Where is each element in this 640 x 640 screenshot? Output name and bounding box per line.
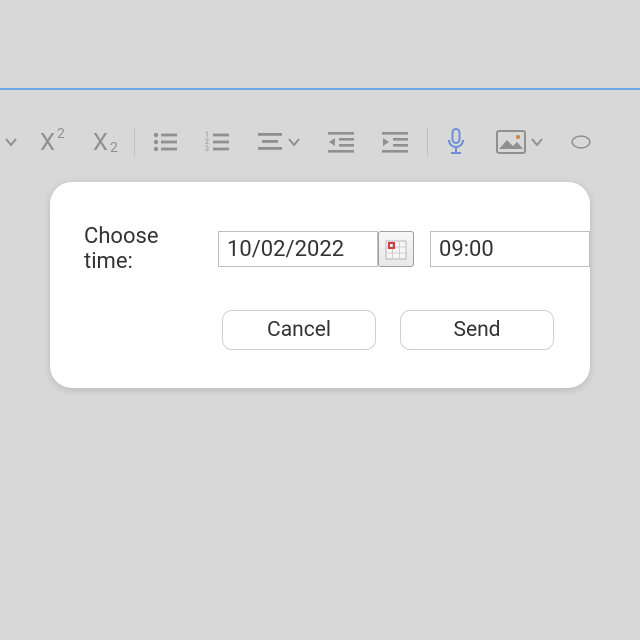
calendar-picker-button[interactable] [378, 231, 414, 267]
composer-divider [0, 88, 640, 90]
align-button[interactable] [251, 124, 307, 160]
link-button[interactable] [564, 124, 598, 160]
cancel-button[interactable]: Cancel [222, 310, 376, 350]
superscript-base: X [40, 128, 55, 156]
formatting-toolbar: X 2 X 2 1 2 3 [0, 118, 640, 166]
microphone-icon [446, 128, 466, 156]
indent-icon [381, 131, 409, 153]
toolbar-separator [134, 128, 135, 156]
outdent-icon [327, 131, 355, 153]
link-icon [570, 130, 592, 154]
date-input[interactable] [218, 231, 378, 267]
time-input[interactable] [430, 231, 590, 267]
chevron-down-icon [287, 135, 301, 149]
schedule-send-dialog: Choose time: Cancel Send [50, 182, 590, 388]
superscript-exponent: 2 [57, 126, 65, 142]
bullet-list-icon [153, 131, 179, 153]
svg-text:3: 3 [205, 145, 209, 153]
send-button[interactable]: Send [400, 310, 554, 350]
outdent-button[interactable] [321, 124, 361, 160]
numbered-list-icon: 1 2 3 [205, 131, 231, 153]
indent-button[interactable] [375, 124, 415, 160]
align-icon [257, 131, 283, 153]
subscript-exponent: 2 [110, 140, 118, 156]
numbered-list-button[interactable]: 1 2 3 [199, 124, 237, 160]
superscript-button[interactable]: X 2 [34, 124, 69, 160]
subscript-button[interactable]: X 2 [87, 124, 122, 160]
image-icon [496, 130, 526, 154]
chevron-down-icon [530, 135, 544, 149]
insert-image-button[interactable] [490, 124, 550, 160]
calendar-icon [385, 238, 407, 260]
bullet-list-button[interactable] [147, 124, 185, 160]
choose-time-label: Choose time: [84, 224, 205, 274]
dictate-button[interactable] [440, 124, 472, 160]
subscript-base: X [93, 128, 108, 156]
hidden-left-dropdown[interactable] [0, 124, 24, 160]
toolbar-separator [427, 128, 428, 156]
